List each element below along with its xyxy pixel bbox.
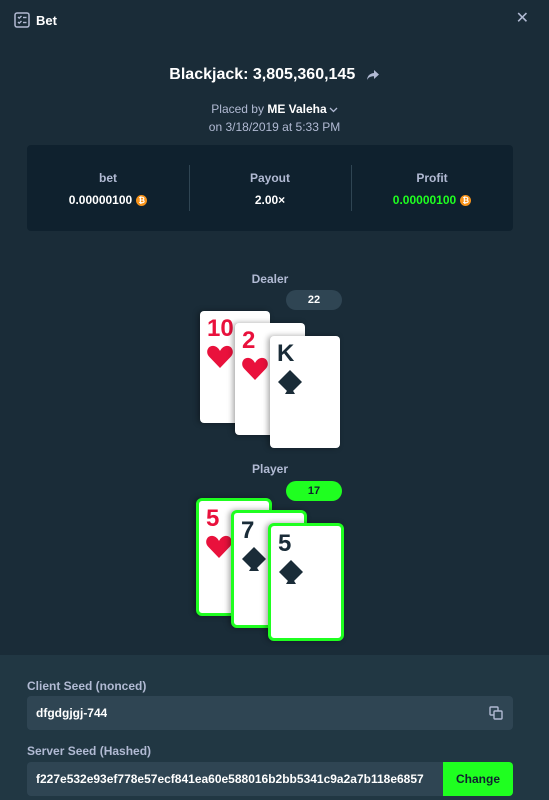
player-card: 5 xyxy=(268,523,344,641)
client-seed-label: Client Seed (nonced) xyxy=(27,679,147,693)
server-seed-value[interactable]: f227e532e93ef778e57ecf841ea60e588016b2bb… xyxy=(36,772,436,786)
bitcoin-icon: ₿ xyxy=(460,194,472,206)
card-rank: 5 xyxy=(206,505,220,532)
player-total-badge: 17 xyxy=(286,481,342,501)
stat-payout-label: Payout xyxy=(249,171,290,185)
change-seed-button[interactable]: Change xyxy=(443,762,513,796)
spade-icon xyxy=(279,560,303,584)
card-rank: 5 xyxy=(278,530,292,557)
card-rank: 7 xyxy=(241,517,255,544)
window-title: Bet xyxy=(36,13,57,28)
server-seed-label: Server Seed (Hashed) xyxy=(27,744,152,758)
dealer-label: Dealer xyxy=(251,272,289,286)
card-rank: K xyxy=(277,340,295,367)
stat-profit-value: 0.00000100 xyxy=(392,193,457,207)
placed-date: on 3/18/2019 at 5:33 PM xyxy=(208,120,341,134)
bitcoin-icon: ₿ xyxy=(136,194,148,206)
player-label: Player xyxy=(251,462,289,476)
fairness-section: Client Seed (nonced) dfgdgjgj-744 Server… xyxy=(0,655,549,800)
stat-profit-value-row: 0.00000100 ₿ xyxy=(351,193,513,207)
client-seed-value[interactable]: dfgdgjgj-744 xyxy=(36,706,107,720)
stat-bet: bet 0.00000100 ₿ xyxy=(27,145,189,231)
stat-bet-value-row: 0.00000100 ₿ xyxy=(27,193,189,207)
stat-payout-value: 2.00× xyxy=(254,193,286,207)
placed-prefix: Placed by xyxy=(211,102,264,116)
card-rank: 10 xyxy=(207,315,234,342)
bet-list-icon xyxy=(14,12,30,28)
window-titlebar: Bet ✕ xyxy=(0,0,549,40)
copy-icon[interactable] xyxy=(489,706,503,720)
dealer-total-badge: 22 xyxy=(286,290,342,310)
close-icon[interactable]: ✕ xyxy=(516,11,529,27)
user-link[interactable]: ME Valeha xyxy=(267,102,338,116)
stat-bet-value: 0.00000100 xyxy=(68,193,133,207)
heart-icon xyxy=(206,535,232,558)
bet-heading: Blackjack: 3,805,360,145 xyxy=(0,66,549,84)
stat-profit: Profit 0.00000100 ₿ xyxy=(351,145,513,231)
client-seed-field[interactable]: dfgdgjgj-744 xyxy=(27,696,513,730)
stat-bet-label: bet xyxy=(99,171,117,185)
spade-icon xyxy=(278,370,302,394)
chevron-down-icon[interactable] xyxy=(329,107,338,113)
stat-profit-label: Profit xyxy=(416,171,448,185)
stat-payout: Payout 2.00× xyxy=(189,145,351,231)
bet-title: Blackjack: 3,805,360,145 xyxy=(169,66,356,83)
card-rank: 2 xyxy=(242,327,256,354)
server-seed-field[interactable]: f227e532e93ef778e57ecf841ea60e588016b2bb… xyxy=(27,762,513,796)
bet-stats-panel: bet 0.00000100 ₿ Payout 2.00× Profit 0.0… xyxy=(27,145,513,231)
spade-icon xyxy=(242,547,266,571)
share-icon[interactable] xyxy=(366,69,380,81)
heart-icon xyxy=(207,345,233,368)
heart-icon xyxy=(242,357,268,380)
dealer-card: K xyxy=(270,336,340,448)
user-name[interactable]: ME Valeha xyxy=(267,102,326,116)
placed-info: Placed by ME Valeha on 3/18/2019 at 5:33… xyxy=(0,100,549,136)
